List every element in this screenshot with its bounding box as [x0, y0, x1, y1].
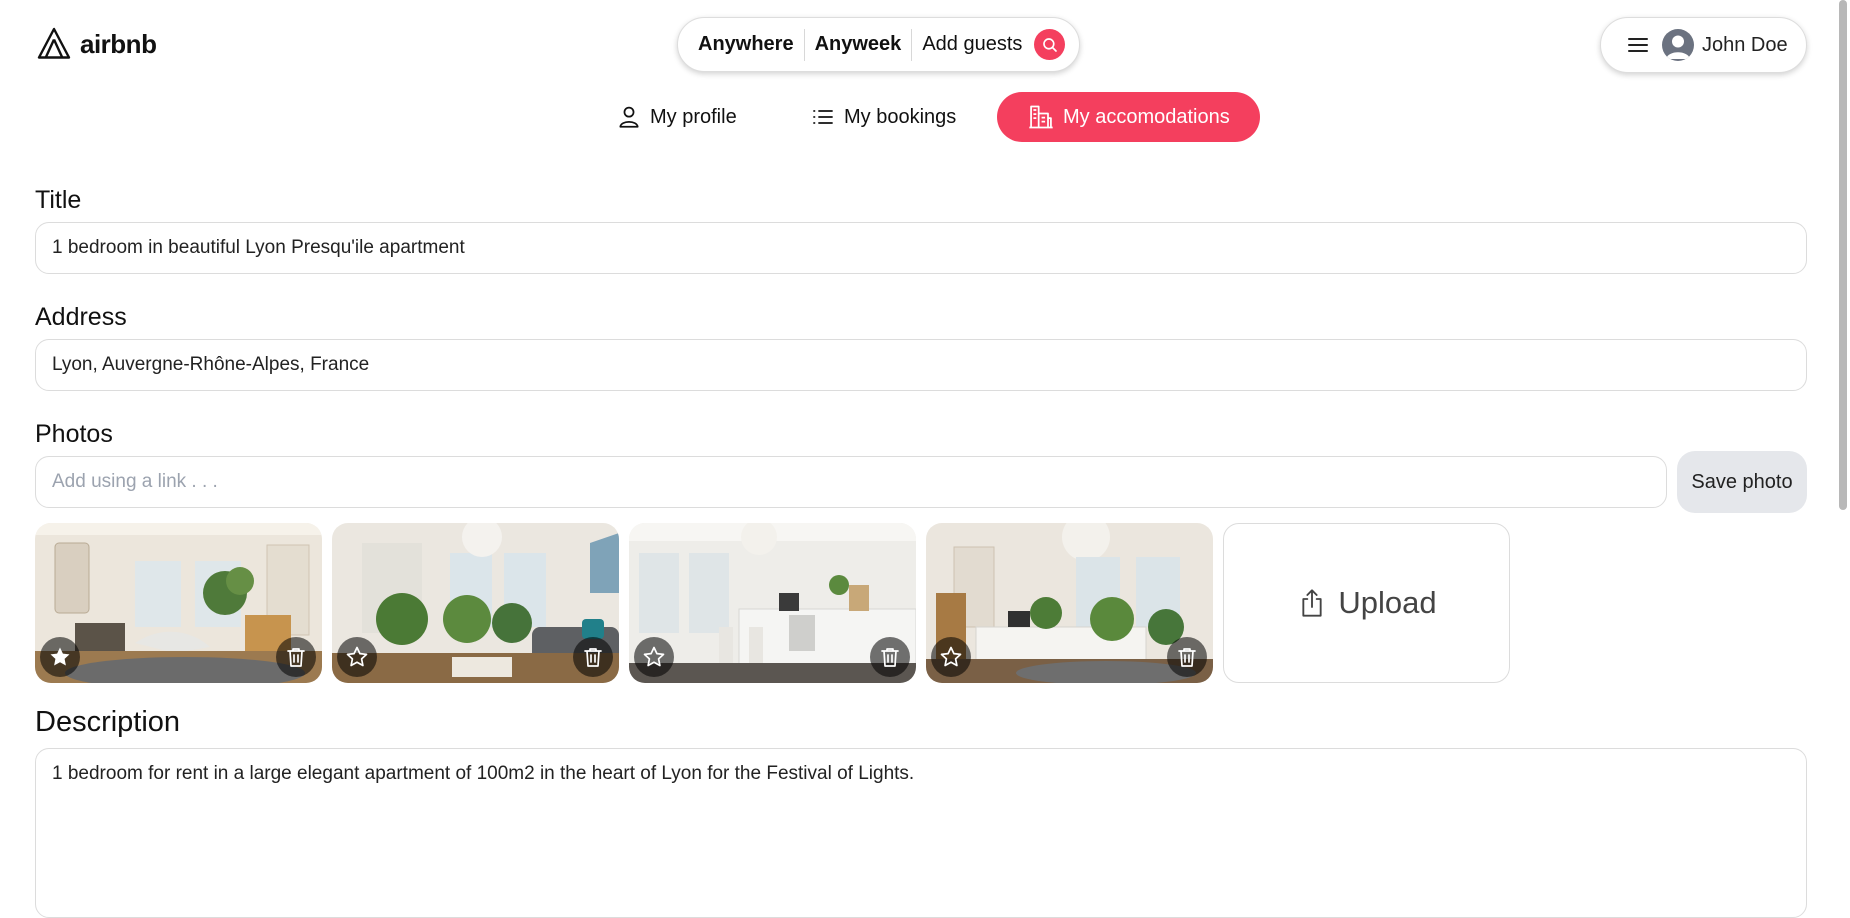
user-name: John Doe	[1702, 33, 1788, 56]
account-tabs: My profile My bookings My accomodations	[0, 92, 1850, 142]
photos-label: Photos	[35, 420, 113, 448]
tab-my-bookings[interactable]: My bookings	[780, 92, 986, 142]
airbnb-logo-icon	[37, 27, 71, 59]
user-avatar-icon	[1666, 35, 1690, 59]
search-icon	[1043, 37, 1057, 52]
photo-thumbnail[interactable]	[332, 523, 619, 683]
user-icon	[619, 106, 639, 128]
user-menu-button[interactable]: John Doe	[1600, 17, 1807, 73]
page-scrollbar[interactable]	[1836, 0, 1850, 901]
upload-label: Upload	[1338, 585, 1437, 620]
trash-icon	[1178, 648, 1196, 667]
list-icon	[813, 110, 833, 124]
delete-photo-button[interactable]	[870, 637, 910, 677]
delete-photo-button[interactable]	[1167, 637, 1207, 677]
search-button[interactable]	[1034, 29, 1066, 60]
brand-logo[interactable]: airbnb	[36, 26, 157, 62]
address-label: Address	[35, 303, 127, 331]
photo-link-input[interactable]: Add using a link . . .	[35, 456, 1667, 508]
title-label: Title	[35, 186, 82, 214]
brand-name: airbnb	[80, 28, 157, 59]
set-cover-photo-button[interactable]	[931, 637, 971, 677]
photo-thumbnail[interactable]	[35, 523, 322, 683]
trash-icon	[881, 648, 899, 667]
tab-label: My bookings	[844, 105, 957, 128]
upload-icon	[1302, 589, 1322, 617]
save-photo-button[interactable]: Save photo	[1677, 451, 1807, 513]
delete-photo-button[interactable]	[573, 637, 613, 677]
scrollbar-thumb[interactable]	[1839, 0, 1847, 510]
photo-thumbnail[interactable]	[926, 523, 1213, 683]
top-header: airbnb Anywhere Anyweek Add guests John …	[0, 0, 1850, 92]
search-bar[interactable]: Anywhere Anyweek Add guests	[677, 17, 1080, 72]
buildings-icon	[1029, 105, 1053, 129]
star-outline-icon	[643, 646, 665, 667]
delete-photo-button[interactable]	[276, 637, 316, 677]
tab-label: My profile	[650, 105, 737, 128]
tab-my-profile[interactable]: My profile	[586, 92, 767, 142]
trash-icon	[287, 648, 305, 667]
avatar	[1662, 29, 1694, 61]
star-outline-icon	[346, 646, 368, 667]
description-textarea[interactable]: 1 bedroom for rent in a large elegant ap…	[35, 748, 1807, 918]
search-where[interactable]: Anywhere	[698, 33, 804, 56]
address-input[interactable]: Lyon, Auvergne-Rhône-Alpes, France	[35, 339, 1807, 391]
search-guests[interactable]: Add guests	[912, 33, 1032, 56]
photo-gallery: Upload	[35, 523, 1510, 683]
upload-photo-button[interactable]: Upload	[1223, 523, 1510, 683]
hamburger-menu-icon	[1628, 38, 1648, 52]
tab-label: My accomodations	[1063, 105, 1230, 128]
search-when[interactable]: Anyweek	[805, 33, 912, 56]
set-cover-photo-button[interactable]	[634, 637, 674, 677]
set-cover-photo-button[interactable]	[40, 637, 80, 677]
title-input[interactable]: 1 bedroom in beautiful Lyon Presqu'ile a…	[35, 222, 1807, 274]
tab-my-accomodations[interactable]: My accomodations	[997, 92, 1260, 142]
photo-thumbnail[interactable]	[629, 523, 916, 683]
set-cover-photo-button[interactable]	[337, 637, 377, 677]
description-label: Description	[35, 706, 181, 738]
star-filled-icon	[50, 647, 70, 666]
star-outline-icon	[940, 646, 962, 667]
trash-icon	[584, 648, 602, 667]
